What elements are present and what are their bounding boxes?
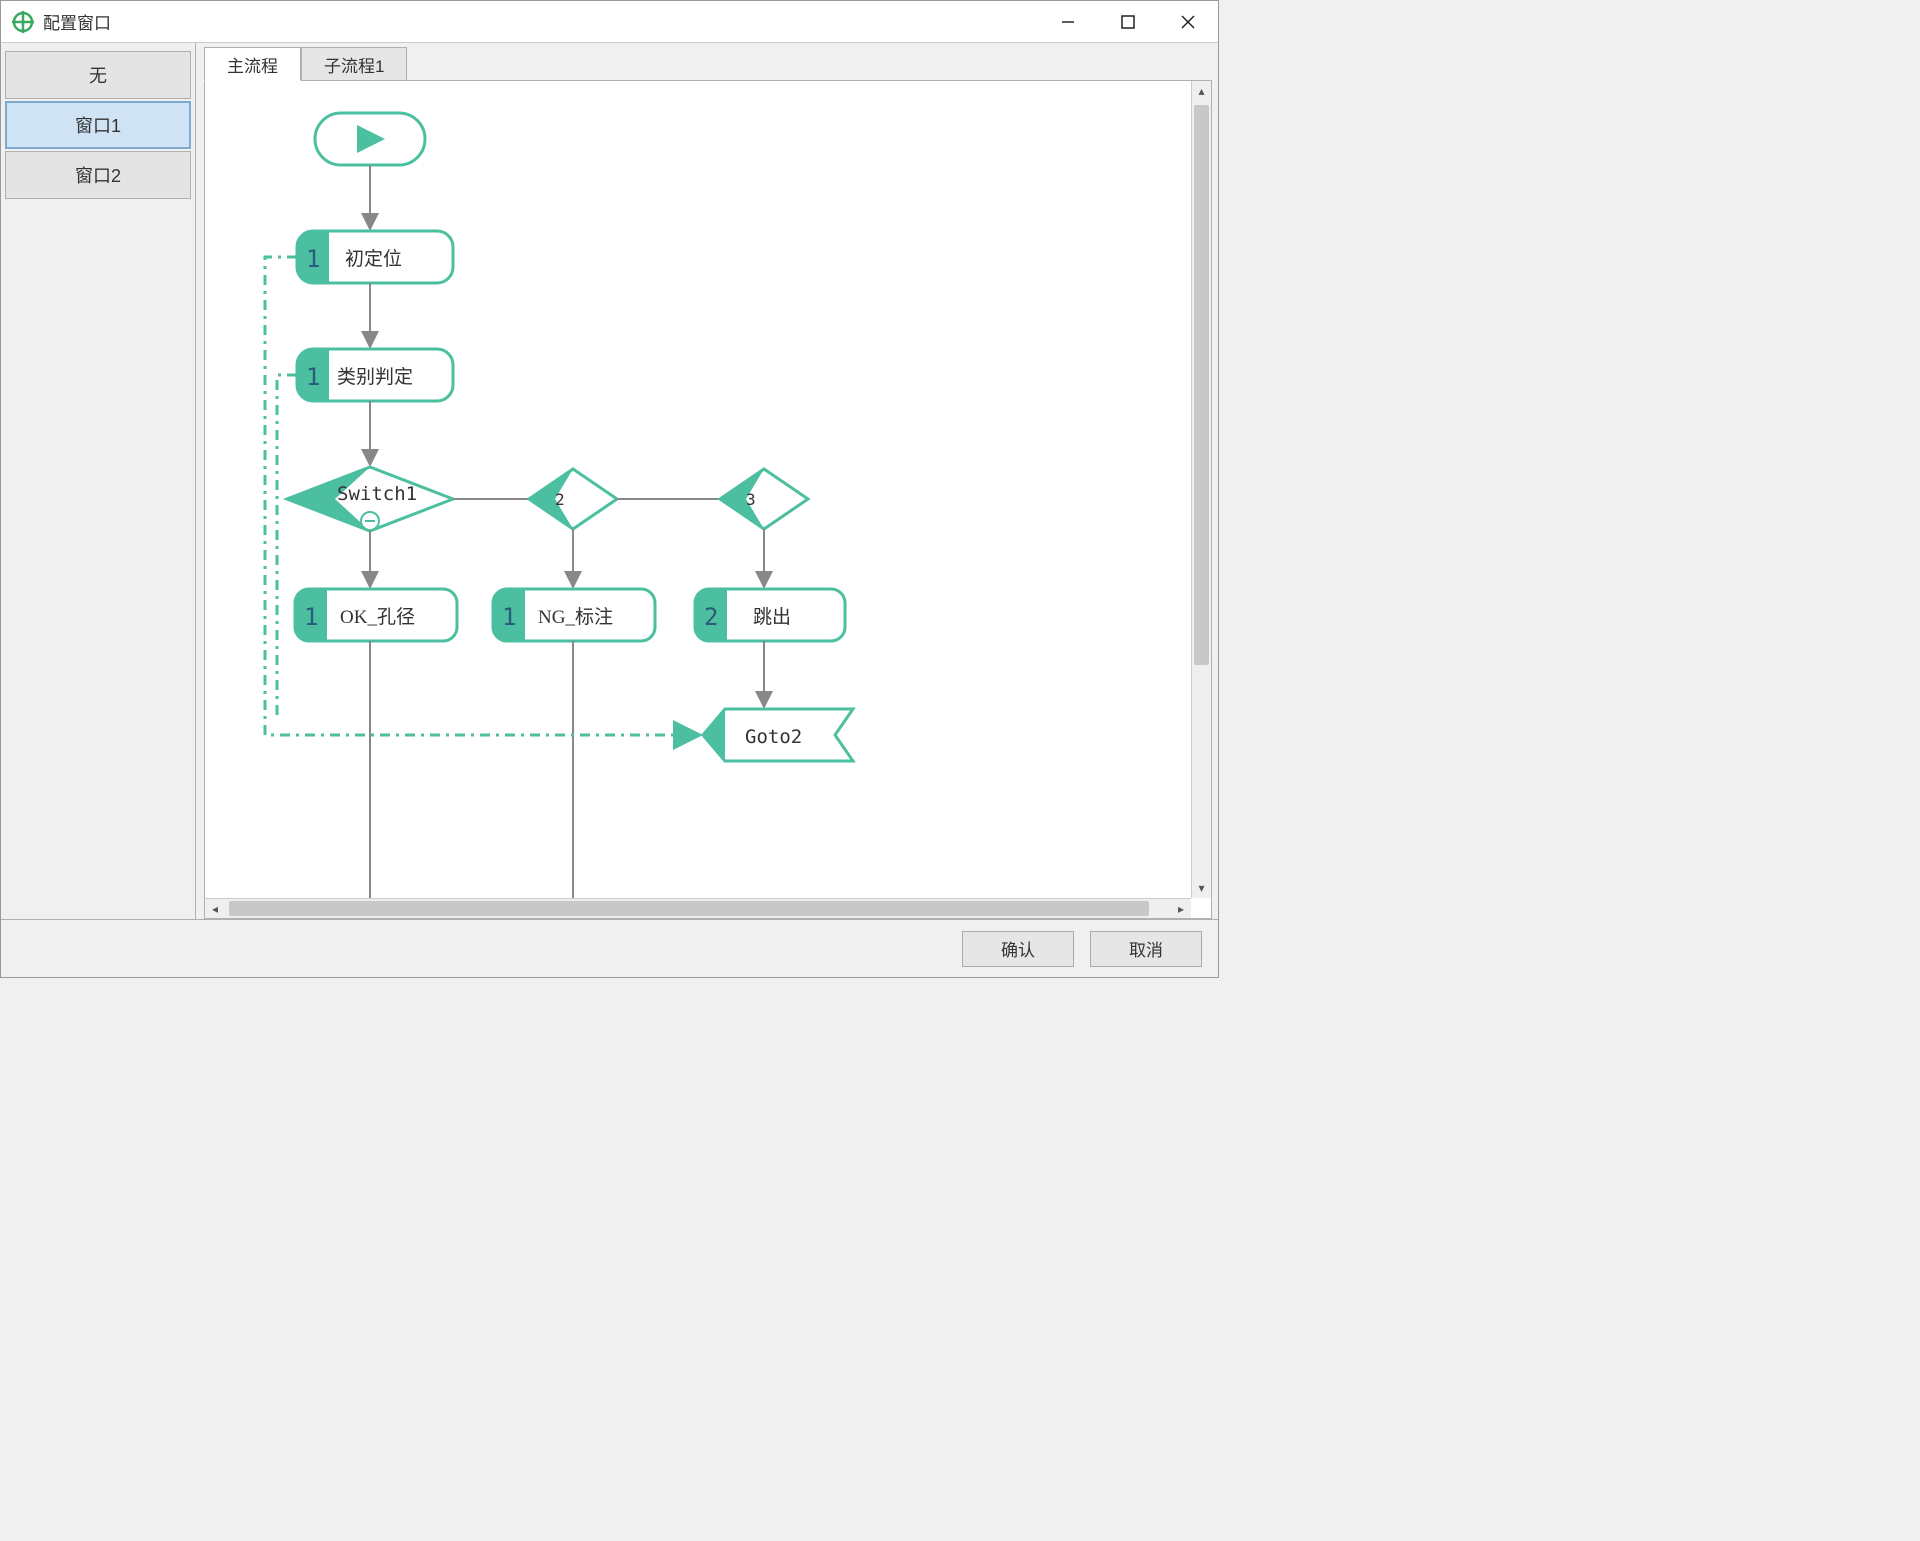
branch-diamond-2[interactable]: 2 xyxy=(529,469,617,529)
sidebar-item-label: 窗口2 xyxy=(75,162,121,188)
node-num: 1 xyxy=(306,245,320,273)
tab-label: 主流程 xyxy=(227,52,278,77)
close-button[interactable] xyxy=(1158,1,1218,43)
window-controls xyxy=(1038,1,1218,43)
sidebar-item-label: 无 xyxy=(89,62,107,88)
node-label: 跳出 xyxy=(753,606,791,628)
scroll-up-icon[interactable]: ▴ xyxy=(1192,81,1211,101)
branch-num: 2 xyxy=(555,490,565,509)
cancel-button[interactable]: 取消 xyxy=(1090,931,1202,967)
node-initial-position[interactable]: 1 初定位 xyxy=(297,231,453,283)
node-jump-out[interactable]: 2 跳出 xyxy=(695,589,845,641)
branch-diamond-3[interactable]: 3 xyxy=(720,469,808,529)
ok-button[interactable]: 确认 xyxy=(962,931,1074,967)
hscroll-thumb[interactable] xyxy=(229,901,1149,916)
node-ok-aperture[interactable]: 1 OK_孔径 xyxy=(295,589,457,641)
sidebar-item-none[interactable]: 无 xyxy=(5,51,191,99)
vscroll-thumb[interactable] xyxy=(1194,105,1209,665)
flow-canvas[interactable]: 1 初定位 1 类别判定 Switch1 xyxy=(204,80,1212,919)
button-label: 取消 xyxy=(1129,936,1163,961)
branch-num: 3 xyxy=(746,490,756,509)
window-title: 配置窗口 xyxy=(43,9,111,34)
tabs: 主流程 子流程1 xyxy=(204,47,1212,81)
horizontal-scrollbar[interactable]: ◂ ▸ xyxy=(205,898,1191,918)
node-ng-annotation[interactable]: 1 NG_标注 xyxy=(493,589,655,641)
goto-label: Goto2 xyxy=(745,726,802,748)
tab-label: 子流程1 xyxy=(324,52,384,77)
scroll-left-icon[interactable]: ◂ xyxy=(205,899,225,918)
switch-node[interactable]: Switch1 xyxy=(287,467,453,531)
node-label: 类别判定 xyxy=(337,366,413,388)
target-icon xyxy=(11,10,35,34)
goto-node[interactable]: Goto2 xyxy=(703,709,853,761)
node-num: 1 xyxy=(306,363,320,391)
button-label: 确认 xyxy=(1001,936,1035,961)
flowchart: 1 初定位 1 类别判定 Switch1 xyxy=(205,81,1165,901)
switch-label: Switch1 xyxy=(337,483,417,505)
sidebar-item-label: 窗口1 xyxy=(75,112,121,138)
sidebar-item-window2[interactable]: 窗口2 xyxy=(5,151,191,199)
maximize-button[interactable] xyxy=(1098,1,1158,43)
node-label: NG_标注 xyxy=(538,606,613,628)
titlebar: 配置窗口 xyxy=(1,1,1218,43)
node-num: 2 xyxy=(704,603,718,631)
sidebar: 无 窗口1 窗口2 xyxy=(1,43,196,919)
scroll-down-icon[interactable]: ▾ xyxy=(1192,878,1211,898)
sidebar-item-window1[interactable]: 窗口1 xyxy=(5,101,191,149)
node-num: 1 xyxy=(502,603,516,631)
node-label: OK_孔径 xyxy=(340,606,415,628)
node-category-judge[interactable]: 1 类别判定 xyxy=(297,349,453,401)
tab-main-flow[interactable]: 主流程 xyxy=(204,47,301,81)
node-label: 初定位 xyxy=(345,248,402,270)
minimize-button[interactable] xyxy=(1038,1,1098,43)
main-area: 主流程 子流程1 xyxy=(196,43,1218,919)
vertical-scrollbar[interactable]: ▴ ▾ xyxy=(1191,81,1211,898)
start-node[interactable] xyxy=(315,113,425,165)
tab-sub-flow-1[interactable]: 子流程1 xyxy=(301,47,407,81)
node-num: 1 xyxy=(304,603,318,631)
footer: 确认 取消 xyxy=(1,919,1218,977)
scroll-right-icon[interactable]: ▸ xyxy=(1171,899,1191,918)
content: 无 窗口1 窗口2 主流程 子流程1 xyxy=(1,43,1218,919)
